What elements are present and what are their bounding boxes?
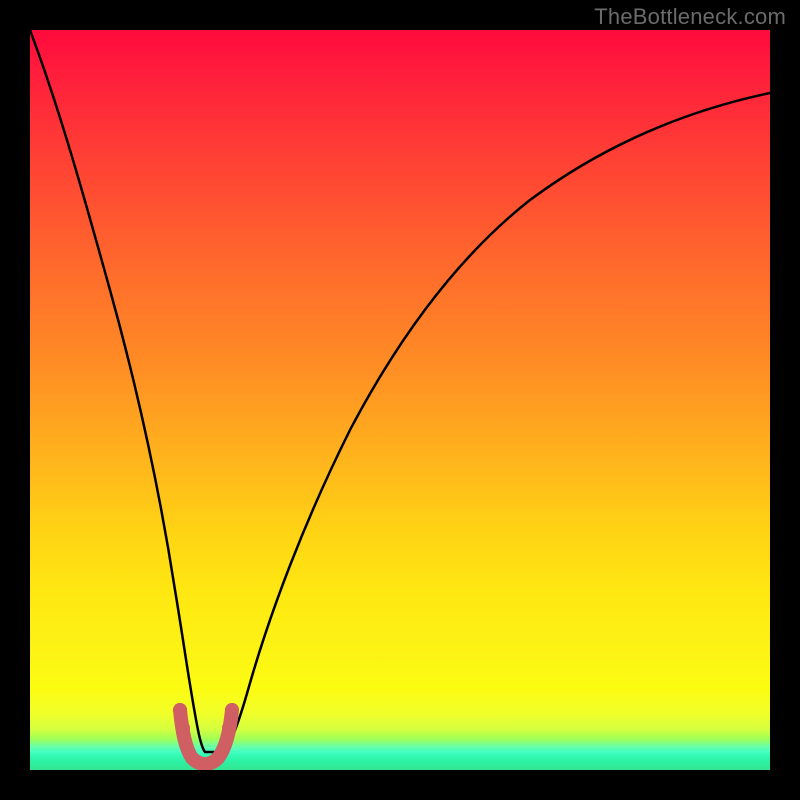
chart-frame: TheBottleneck.com [0,0,800,800]
plot-area [30,30,770,770]
marker-dot [173,703,187,717]
minimum-marker [180,710,232,764]
watermark-text: TheBottleneck.com [594,4,786,30]
bottleneck-curve [30,30,770,752]
marker-dot [225,703,239,717]
marker-dot [176,721,190,735]
curve-layer [30,30,770,770]
marker-dot [222,721,236,735]
